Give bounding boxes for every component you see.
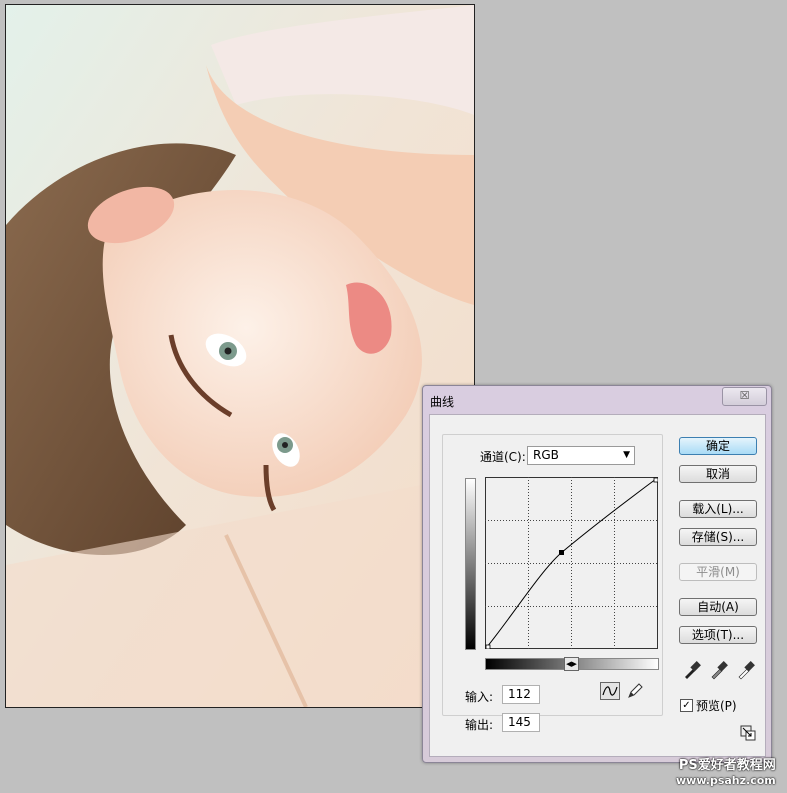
portrait-image [6,5,474,707]
watermark-url: www.psahz.com [676,774,776,787]
dialog-titlebar[interactable]: 曲线 ☒ [423,386,771,414]
curves-dialog: 曲线 ☒ 通道(C): RGB ▼ ◀▶ 输入: 112 输出: 145 确定 … [422,385,772,763]
curve-tool-icon [602,686,618,696]
curve-tool-button[interactable] [600,682,620,700]
channel-value: RGB [533,448,559,462]
curve-graph[interactable] [485,477,659,650]
channel-select[interactable]: RGB ▼ [527,446,635,465]
load-button[interactable]: 载入(L)... [679,500,757,518]
save-button[interactable]: 存储(S)... [679,528,757,546]
white-eyedropper-button[interactable] [736,658,756,680]
cancel-button[interactable]: 取消 [679,465,757,483]
ok-button[interactable]: 确定 [679,437,757,455]
watermark-title: PS爱好者教程网 [678,758,776,773]
white-eyedropper-icon [738,661,755,680]
curves-group: 通道(C): RGB ▼ ◀▶ 输入: 112 输出: 145 [442,434,663,732]
close-button[interactable]: ☒ [722,387,767,406]
dialog-body: 通道(C): RGB ▼ ◀▶ 输入: 112 输出: 145 确定 取消 载入… [429,414,766,757]
gray-eyedropper-icon [711,661,728,680]
preview-checkbox[interactable]: ✓ [680,699,693,712]
black-eyedropper-icon [685,661,701,679]
input-field[interactable]: 112 [502,685,540,704]
options-button[interactable]: 选项(T)... [679,626,757,644]
resize-button[interactable] [740,725,756,741]
chevron-down-icon: ▼ [623,450,630,460]
pencil-tool-button[interactable] [626,682,644,700]
output-label: 输出: [465,718,494,732]
gray-eyedropper-button[interactable] [709,658,729,680]
watermark: PS爱好者教程网 www.psahz.com [676,758,776,788]
output-field[interactable]: 145 [502,713,540,732]
smooth-button[interactable]: 平滑(M) [679,563,757,581]
black-eyedropper-button[interactable] [682,658,702,680]
pencil-tool-icon [628,683,643,698]
preview-label[interactable]: 预览(P) [696,697,737,714]
gradient-slider-handle[interactable]: ◀▶ [564,657,579,671]
output-gradient-bar [465,478,476,650]
input-label: 输入: [465,690,494,704]
channel-label: 通道(C): [477,448,529,465]
dialog-title: 曲线 [430,395,455,409]
resize-icon [740,725,756,741]
auto-button[interactable]: 自动(A) [679,598,757,616]
curve-control-point [559,550,564,555]
close-icon: ☒ [739,389,750,402]
photo-canvas [5,4,475,708]
